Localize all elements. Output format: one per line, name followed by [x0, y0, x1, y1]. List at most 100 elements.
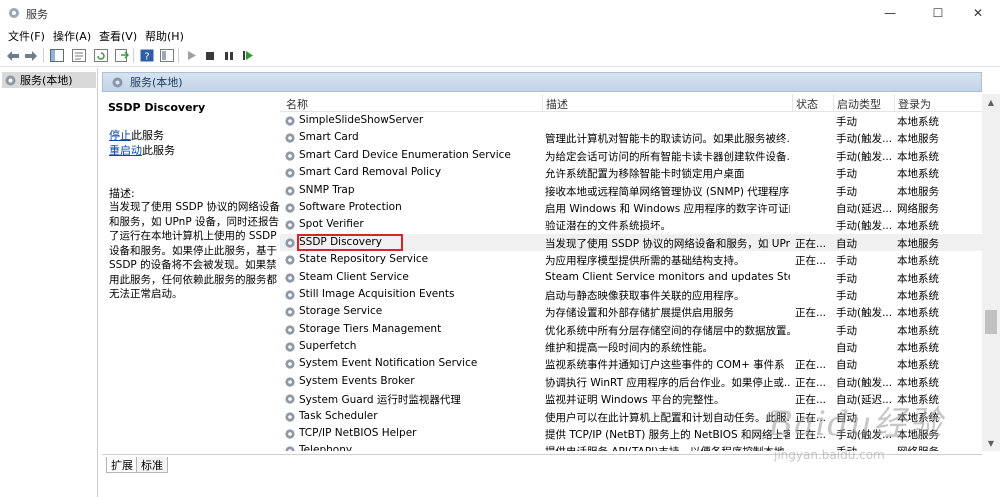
service-startup-type: 自动: [836, 359, 857, 372]
service-logon-as: 本地系统: [897, 220, 939, 233]
service-description: 监视并证明 Windows 平台的完整性。: [545, 394, 725, 407]
service-row[interactable]: SimpleSlideShowServer 手动 本地系统: [280, 112, 982, 129]
service-name: Steam Client Service: [299, 270, 409, 283]
service-gear-icon: [285, 133, 295, 143]
service-name: System Events Broker: [299, 374, 415, 387]
tree-item-label: 服务(本地): [20, 74, 73, 87]
toolbar: ?: [0, 44, 1000, 67]
vertical-scrollbar[interactable]: ▲ ▼: [982, 94, 1000, 451]
service-description: 使用户可以在此计算机上配置和计划自动任务。此服...: [545, 411, 790, 424]
stop-link-suffix: 此服务: [131, 129, 164, 142]
service-gear-icon: [285, 151, 295, 161]
view-icon[interactable]: [158, 47, 175, 64]
restart-icon[interactable]: [239, 47, 256, 64]
service-gear-icon: [285, 290, 295, 300]
service-gear-icon: [285, 394, 295, 404]
service-row[interactable]: Smart Card Removal Policy 允许系统配置为移除智能卡时锁定…: [280, 164, 982, 181]
service-row[interactable]: Smart Card Device Enumeration Service 为给定…: [280, 147, 982, 164]
service-name: Superfetch: [299, 340, 357, 353]
menu-help[interactable]: 帮助(H): [145, 28, 184, 44]
service-startup-type: 手动(触发...: [836, 220, 892, 233]
pane-header-title: 服务(本地): [130, 76, 183, 89]
service-description: 为应用程序模型提供所需的基础结构支持。: [545, 255, 745, 268]
service-description: 协调执行 WinRT 应用程序的后台作业。如果停止或...: [545, 376, 790, 389]
column-header-name[interactable]: 名称: [286, 96, 308, 112]
column-header-startup-type[interactable]: 启动类型: [837, 96, 881, 112]
column-header-description[interactable]: 描述: [546, 96, 568, 112]
service-gear-icon: [285, 412, 295, 422]
service-row[interactable]: SNMP Trap 接收本地或远程简单网络管理协议 (SNMP) 代理程序... 手…: [280, 182, 982, 199]
title-bar: 服务 — ☐ ✕: [0, 0, 1000, 26]
service-startup-type: 手动: [836, 324, 857, 337]
watermark-url: jingyan.baidu.com: [774, 448, 885, 462]
service-row[interactable]: System Events Broker 协调执行 WinRT 应用程序的后台作业…: [280, 373, 982, 390]
column-header-logon-as[interactable]: 登录为: [898, 96, 931, 112]
service-row[interactable]: Still Image Acquisition Events 启动与静态映像获取事…: [280, 286, 982, 303]
service-gear-icon: [285, 342, 295, 352]
service-row[interactable]: Spot Verifier 验证潜在的文件系统损坏。 手动(触发... 本地系统: [280, 216, 982, 233]
service-name: System Guard 运行时监视器代理: [299, 394, 461, 407]
service-name: Software Protection: [299, 200, 402, 213]
pause-icon[interactable]: [220, 47, 237, 64]
service-gear-icon: [285, 377, 295, 387]
pane-header: 服务(本地): [102, 72, 982, 92]
properties-icon[interactable]: [70, 47, 87, 64]
search-gear-icon: [112, 77, 123, 87]
service-name: Smart Card Device Enumeration Service: [299, 148, 511, 161]
close-button[interactable]: ✕: [956, 0, 1000, 26]
menu-file[interactable]: 文件(F): [8, 28, 45, 44]
service-startup-type: 手动: [836, 289, 857, 302]
service-gear-icon: [285, 307, 295, 317]
stop-service-link[interactable]: 停止: [109, 129, 131, 142]
service-description: 优化系统中所有分层存储空间的存储层中的数据放置。: [545, 324, 790, 337]
maximize-button[interactable]: ☐: [916, 0, 960, 26]
start-icon[interactable]: [183, 47, 200, 64]
tab-standard-label: 标准: [141, 458, 163, 472]
column-header-status[interactable]: 状态: [796, 96, 818, 112]
list-header: 名称 描述 状态 启动类型 登录为: [280, 94, 982, 112]
help-icon[interactable]: ?: [138, 47, 155, 64]
restart-service-link[interactable]: 重启动: [109, 144, 142, 157]
service-name: Storage Tiers Management: [299, 322, 442, 335]
console-tree-icon[interactable]: [48, 47, 65, 64]
service-row[interactable]: Storage Service 为存储设置和外部存储扩展提供启用服务 正在... 手动…: [280, 303, 982, 320]
service-description: 接收本地或远程简单网络管理协议 (SNMP) 代理程序...: [545, 185, 790, 198]
service-name: SNMP Trap: [299, 183, 355, 196]
service-description: 启用 Windows 和 Windows 应用程序的数字许可证的...: [545, 202, 790, 215]
service-row[interactable]: SSDP Discovery 当发现了使用 SSDP 协议的网络设备和服务，如 U…: [280, 233, 982, 252]
service-startup-type: 手动: [836, 255, 857, 268]
tree-item-services-local[interactable]: 服务(本地): [2, 72, 96, 88]
service-row[interactable]: Smart Card 管理此计算机对智能卡的取读访问。如果此服务被终... 手动(触…: [280, 129, 982, 146]
menu-view[interactable]: 查看(V): [99, 28, 137, 44]
service-name: Task Scheduler: [299, 409, 378, 422]
service-name: Storage Service: [299, 305, 383, 318]
service-status: 正在...: [795, 307, 827, 320]
refresh-icon[interactable]: [92, 47, 109, 64]
service-logon-as: 网络服务: [897, 202, 939, 215]
description-panel: SSDP Discovery 停止此服务 重启动此服务 描述: 当发现了使用 S…: [102, 94, 280, 454]
minimize-button[interactable]: —: [868, 0, 912, 26]
restart-link-suffix: 此服务: [142, 144, 175, 157]
service-row[interactable]: Superfetch 维护和提高一段时间内的系统性能。 自动 本地系统: [280, 338, 982, 355]
tab-extended[interactable]: 扩展: [106, 457, 138, 473]
service-description: 为给定会话可访问的所有智能卡读卡器创建软件设备...: [545, 150, 790, 163]
service-gear-icon: [285, 255, 295, 265]
service-row[interactable]: Steam Client Service Steam Client Service…: [280, 269, 982, 286]
service-name: Telephony: [299, 444, 353, 451]
service-row[interactable]: Storage Tiers Management 优化系统中所有分层存储空间的存储…: [280, 321, 982, 338]
stop-icon[interactable]: [201, 47, 218, 64]
service-description: 当发现了使用 SSDP 协议的网络设备和服务，如 UPn...: [545, 237, 790, 250]
back-icon[interactable]: [4, 47, 21, 64]
forward-icon[interactable]: [22, 47, 39, 64]
service-row[interactable]: Software Protection 启用 Windows 和 Windows …: [280, 199, 982, 216]
export-icon[interactable]: [113, 47, 130, 64]
tab-standard[interactable]: 标准: [136, 457, 168, 473]
menu-action[interactable]: 操作(A): [53, 28, 91, 44]
scroll-down-icon[interactable]: ▼: [982, 435, 1000, 451]
service-startup-type: 手动: [836, 272, 857, 285]
service-gear-icon: [285, 238, 295, 248]
scroll-up-icon[interactable]: ▲: [982, 94, 1000, 110]
scrollbar-thumb[interactable]: [985, 310, 997, 334]
service-row[interactable]: State Repository Service 为应用程序模型提供所需的基础结构…: [280, 251, 982, 268]
service-row[interactable]: System Event Notification Service 监视系统事件并…: [280, 355, 982, 372]
